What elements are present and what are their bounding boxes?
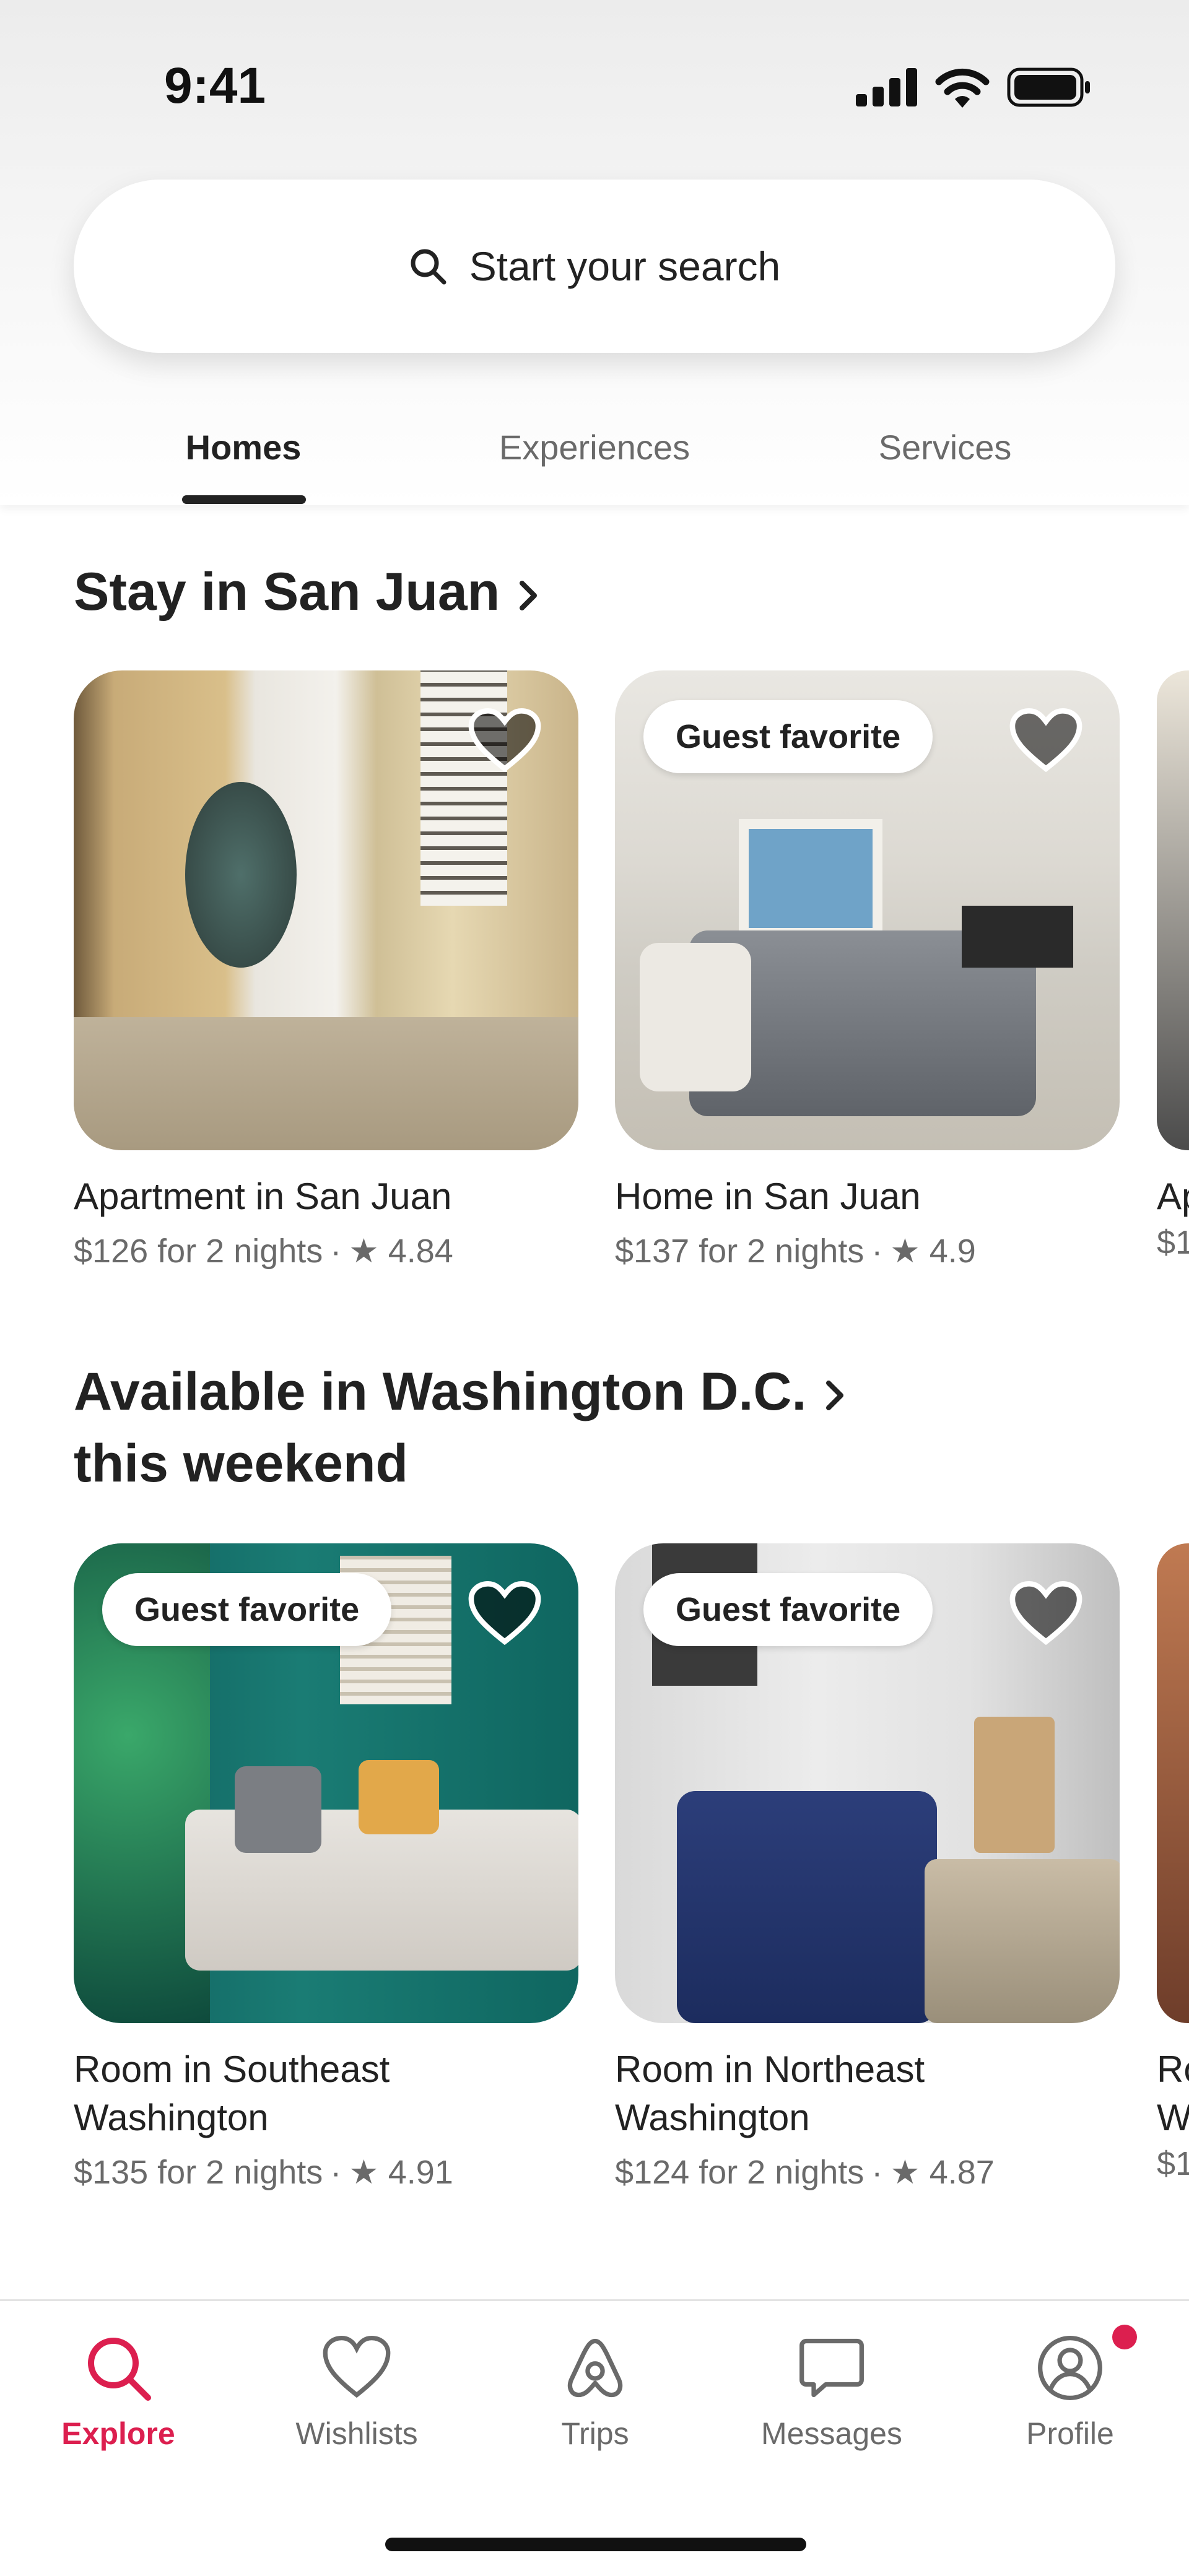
listing-meta: $124 for 2 nights · ★ 4.87 [615,2154,995,2191]
nav-label: Wishlists [295,2416,418,2451]
status-icons [856,67,1090,108]
section-title-line1: Available in Washington D.C. [74,1362,807,1421]
star-icon: ★ [890,2154,920,2191]
message-icon [799,2338,864,2398]
listing-title: Room in Southeast Washington [74,2045,578,2142]
chevron-right-icon [520,581,538,611]
bottom-nav: Explore Wishlists Trips Messages Profile [0,2299,1189,2576]
listing-title: Room in Northeast Washington [615,2045,1120,2142]
listing-title-line1: Room in Southeast [74,2049,390,2090]
listing-meta: $137 for 2 nights · ★ 4.9 [615,1233,976,1270]
nav-profile[interactable]: Profile [977,2332,1163,2452]
listing-title: Apartment in San Juan [74,1176,452,1217]
listing-rating: 4.84 [388,1233,453,1270]
search-icon [88,2338,151,2401]
listing-card[interactable]: Guest favorite Home in San Juan $137 for… [615,670,1120,1273]
heart-icon[interactable] [468,708,541,772]
listing-price-peek: $1 [1157,2145,1189,2182]
nav-wishlists[interactable]: Wishlists [264,2332,450,2452]
airbnb-logo-icon [567,2338,623,2398]
listing-meta: $135 for 2 nights · ★ 4.91 [74,2154,453,2191]
section-title-washington[interactable]: Available in Washington D.C. this weeken… [74,1356,847,1499]
section-title-line2: this weekend [74,1434,409,1493]
section-title-san-juan[interactable]: Stay in San Juan [74,556,541,628]
listing-price: $135 for 2 nights [74,2154,323,2191]
star-icon: ★ [890,1233,920,1270]
guest-favorite-badge: Guest favorite [643,700,933,773]
profile-icon [1038,2336,1102,2400]
listing-photo[interactable] [74,670,578,1150]
listing-meta: $126 for 2 nights · ★ 4.84 [74,1233,453,1270]
tab-experiences[interactable]: Experiences [499,427,690,467]
listing-price: $124 for 2 nights [615,2154,865,2191]
nav-trips[interactable]: Trips [502,2332,688,2452]
section-title-text: Stay in San Juan [74,562,500,622]
listing-card[interactable]: Guest favorite Room in Southeast Washingt… [74,1543,578,2194]
wifi-icon [935,68,990,108]
listing-title-peek: Ap [1157,1176,1189,1217]
nav-messages[interactable]: Messages [739,2332,925,2452]
search-icon [411,249,446,285]
listing-photo[interactable]: Guest favorite [74,1543,578,2023]
listing-title: Home in San Juan [615,1176,921,1217]
listing-photo[interactable]: Guest favorite [615,670,1120,1150]
listing-card-peek[interactable] [1157,1543,1189,2023]
listing-title-peek-line2: W [1157,2097,1189,2138]
nav-label: Messages [761,2416,902,2451]
listing-card[interactable]: Apartment in San Juan $126 for 2 nights ·… [74,670,578,1273]
status-time: 9:41 [164,58,266,114]
search-bar[interactable]: Start your search [74,180,1115,353]
star-icon: ★ [349,1233,379,1270]
tab-services[interactable]: Services [879,427,1012,467]
home-indicator [385,2538,806,2551]
search-label: Start your search [469,243,781,289]
listing-card[interactable]: Guest favorite Room in Northeast Washingt… [615,1543,1120,2194]
listing-rating: 4.87 [929,2154,995,2191]
active-tab-indicator [182,495,306,504]
listing-price: $137 for 2 nights [615,1233,865,1270]
nav-explore[interactable]: Explore [25,2332,211,2452]
listing-card-peek[interactable] [1157,670,1189,1150]
listing-title-line2: Washington [615,2097,810,2138]
heart-icon[interactable] [1009,708,1082,772]
listing-price: $126 for 2 nights [74,1233,323,1270]
listing-title-line1: Room in Northeast [615,2049,925,2090]
chevron-right-icon [826,1381,844,1411]
listing-title-peek-line1: Ro [1157,2049,1189,2090]
listing-price-peek: $1 [1157,1224,1189,1261]
listing-title-peek: Ro W [1157,2045,1189,2142]
heart-icon[interactable] [468,1581,541,1645]
guest-favorite-badge: Guest favorite [102,1573,392,1646]
star-icon: ★ [349,2154,379,2191]
nav-label: Explore [61,2416,175,2451]
listing-title-line2: Washington [74,2097,269,2138]
heart-icon[interactable] [1009,1581,1082,1645]
listing-photo[interactable]: Guest favorite [615,1543,1120,2023]
battery-icon [1007,67,1090,107]
category-tabs: Homes Experiences Services [0,427,1189,505]
header: 9:41 Start your search Homes Experiences… [0,0,1189,505]
listing-rating: 4.91 [388,2154,453,2191]
heart-icon [323,2336,391,2398]
signal-icon [856,68,917,106]
notification-dot [1112,2325,1137,2349]
nav-label: Trips [561,2416,629,2451]
guest-favorite-badge: Guest favorite [643,1573,933,1646]
tab-homes[interactable]: Homes [186,427,302,467]
nav-label: Profile [1026,2416,1114,2451]
listing-rating: 4.9 [929,1233,976,1270]
